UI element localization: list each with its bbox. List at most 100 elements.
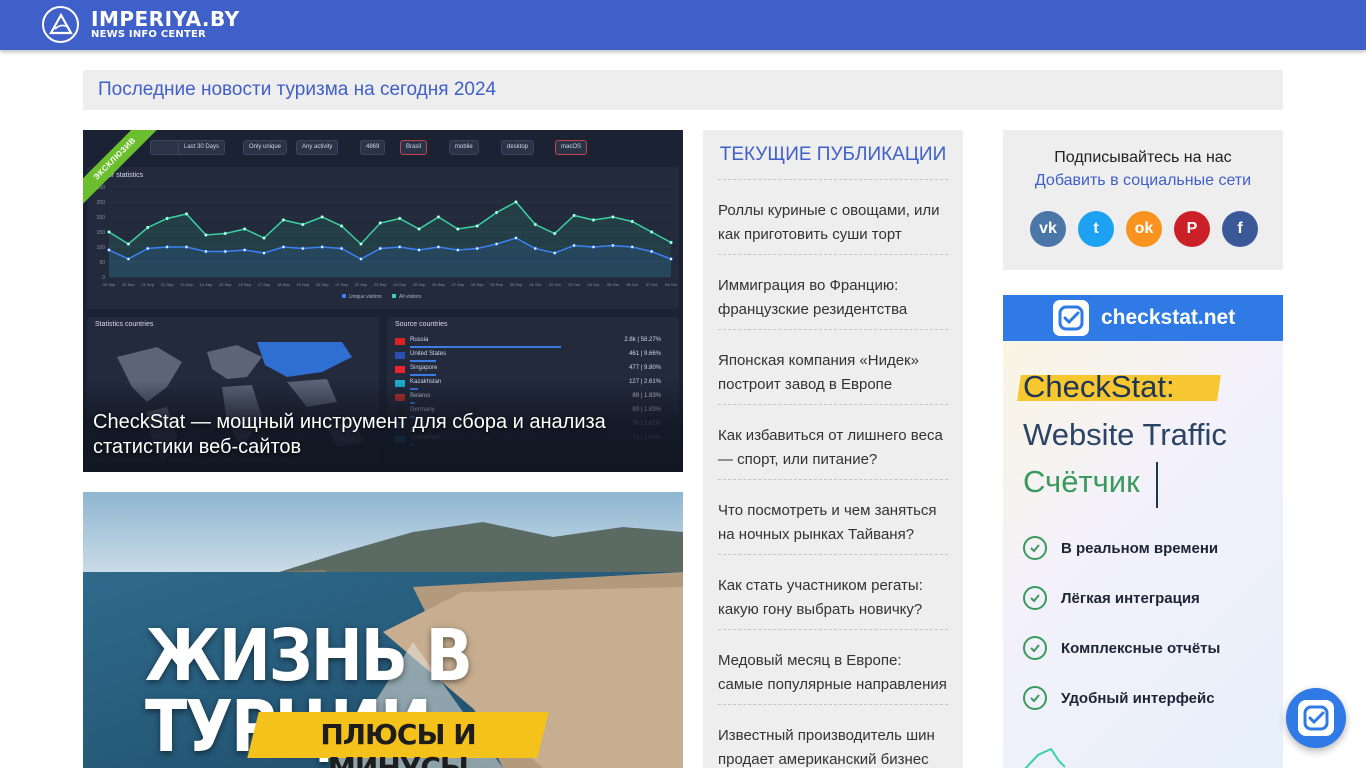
filter-activity: Any activity <box>296 140 339 155</box>
featured-card-turkey[interactable]: ЖИЗНЬ В ТУРЦИИ ПЛЮСЫ И МИНУСЫ <box>83 492 683 768</box>
filter-unique: Only unique <box>243 140 288 155</box>
filter-count: 4869 <box>360 140 386 155</box>
chart-y-tick: 100 <box>97 245 106 251</box>
country-flag-icon <box>395 352 405 359</box>
publications-divider <box>718 704 948 705</box>
site-header: IMPERIYA.BY NEWS INFO CENTER <box>0 0 1366 50</box>
chart-x-tick: 27 Sep <box>451 282 464 287</box>
checkstat-ad-banner[interactable]: checkstat.net CheckStat: Website Traffic… <box>1003 295 1283 768</box>
country-name: United States <box>410 351 447 357</box>
ad-feature-label: Комплексные отчёты <box>1061 639 1221 657</box>
filter-country: Brasil <box>400 140 428 155</box>
checkstat-floating-button[interactable] <box>1286 688 1346 748</box>
ad-headline-3: Счётчик <box>1023 464 1140 499</box>
chart-point <box>494 210 499 215</box>
ad-feature-label: В реальном времени <box>1061 539 1219 557</box>
country-row: United States 461 | 9.66% <box>387 351 669 365</box>
chart-point <box>533 246 538 251</box>
chart-point <box>533 222 538 227</box>
ad-header: checkstat.net <box>1003 295 1283 341</box>
chart-point <box>591 218 596 222</box>
check-icon <box>1023 636 1047 660</box>
publications-divider <box>718 479 948 480</box>
check-icon <box>1023 586 1047 610</box>
chart-point <box>339 224 344 228</box>
publication-link[interactable]: Как стать участником регаты: какую гону … <box>718 574 950 622</box>
publications-divider <box>718 254 948 255</box>
chart-x-tick: 22 Sep <box>355 282 368 287</box>
page-title[interactable]: Последние новости туризма на сегодня 202… <box>83 70 1283 110</box>
chart-x-tick: 02 Oct <box>549 282 562 287</box>
featured-card-checkstat[interactable]: Last 30 Days Only unique Any activity 48… <box>83 130 683 472</box>
featured-card-title[interactable]: CheckStat — мощный инструмент для сбора … <box>93 410 673 460</box>
chart-x-tick: 03 Oct <box>568 282 581 287</box>
check-icon <box>1023 536 1047 560</box>
publication-link[interactable]: Роллы куриные с овощами, или как пригото… <box>718 199 950 247</box>
chart-point <box>339 246 344 251</box>
logo-emblem-icon <box>42 6 79 43</box>
chart-point <box>611 243 615 248</box>
chart-x-tick: 19 Sep <box>296 282 309 287</box>
site-logo[interactable]: IMPERIYA.BY NEWS INFO CENTER <box>42 6 240 43</box>
chart-point <box>378 246 383 251</box>
add-to-social-link[interactable]: Добавить в социальные сети <box>1003 172 1283 190</box>
chart-x-tick: 11 Sep <box>142 282 155 287</box>
chart-point <box>456 248 460 252</box>
publications-divider <box>718 554 948 555</box>
chart-point <box>107 248 111 252</box>
chart-point <box>320 215 324 219</box>
chart-point <box>242 248 247 252</box>
publication-link[interactable]: Иммиграция во Францию: французские резид… <box>718 274 950 322</box>
chart-point <box>572 243 576 248</box>
publications-title: ТЕКУЩИЕ ПУБЛИКАЦИИ <box>719 144 947 165</box>
chart-point <box>165 245 169 249</box>
chart-x-tick: 10 Sep <box>122 282 135 287</box>
facebook-icon[interactable]: f <box>1222 211 1258 247</box>
chart-point <box>669 240 673 245</box>
publication-link[interactable]: Медовый месяц в Европе: самые популярные… <box>718 649 950 697</box>
chart-y-tick: 250 <box>97 200 106 206</box>
chart-point <box>165 216 169 221</box>
chart-point <box>107 230 111 234</box>
chart-point <box>553 251 557 255</box>
chart-point <box>281 245 286 249</box>
checkstat-logo-icon <box>1053 300 1089 336</box>
follow-title: Подписывайтесь на нас <box>1054 149 1232 166</box>
chart-point <box>397 216 402 221</box>
chart-x-tick: 30 Sep <box>510 282 523 287</box>
ad-headline-1: CheckStat: <box>1023 369 1175 404</box>
chart-point <box>378 221 383 225</box>
publication-link[interactable]: Как избавиться от лишнего веса — спорт, … <box>718 424 950 472</box>
filter-os: macOS <box>555 140 588 155</box>
country-name: Singapore <box>410 365 438 371</box>
pinterest-icon[interactable]: P <box>1174 211 1210 247</box>
logo-subtitle: NEWS INFO CENTER <box>91 29 206 40</box>
chart-point <box>591 245 596 249</box>
chart-point <box>359 257 363 261</box>
chart-point <box>262 251 266 255</box>
chart-x-tick: 24 Sep <box>393 282 406 287</box>
chart-x-tick: 20 Sep <box>316 282 329 287</box>
publication-link[interactable]: Известный производитель шин продает амер… <box>718 724 950 772</box>
publication-link[interactable]: Японская компания «Нидек» построит завод… <box>718 349 950 397</box>
legend-swatch <box>392 294 396 298</box>
check-icon <box>1023 686 1047 710</box>
chart-x-tick: 15 Sep <box>219 282 232 287</box>
twitter-icon[interactable]: t <box>1078 211 1114 247</box>
publication-link[interactable]: Что посмотреть и чем заняться на ночных … <box>718 499 950 547</box>
country-value: 2.8k | 58.27% <box>624 337 661 343</box>
chart-point <box>301 222 305 227</box>
chart-x-tick: 04 Oct <box>588 282 601 287</box>
chart-point <box>204 249 208 254</box>
visitor-line-chart: 30025020015010050009 Sep 10 Sep 11 Sep 12 S… <box>97 185 678 300</box>
ad-feature: Лёгкая интеграция <box>1023 586 1200 610</box>
odnoklassniki-icon[interactable]: ok <box>1126 211 1162 247</box>
chart-x-tick: 12 Sep <box>161 282 174 287</box>
chart-x-tick: 13 Sep <box>180 282 193 287</box>
chart-point <box>514 236 518 240</box>
country-flag-icon <box>395 338 405 345</box>
chart-x-tick: 08 Oct <box>665 282 678 287</box>
chart-y-tick: 50 <box>99 260 105 266</box>
vk-icon[interactable]: vk <box>1030 211 1066 247</box>
logo-title: IMPERIYA.BY <box>91 7 240 31</box>
